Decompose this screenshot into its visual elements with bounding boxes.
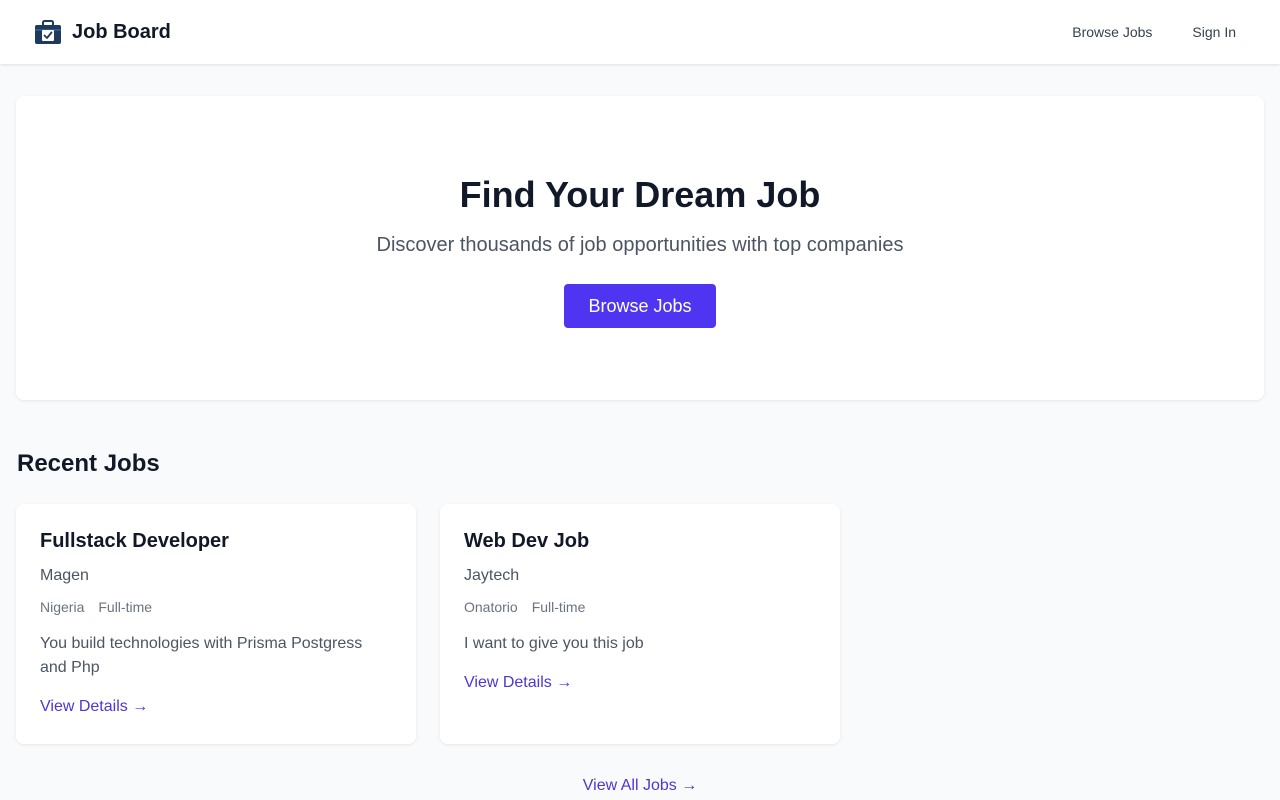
job-card: Web Dev Job Jaytech Onatorio Full-time I… bbox=[440, 504, 840, 744]
job-meta: Nigeria Full-time bbox=[40, 599, 152, 615]
view-details-link[interactable]: View Details → bbox=[40, 698, 148, 716]
nav-links: Browse Jobs Sign In bbox=[1072, 24, 1236, 40]
job-company: Magen bbox=[40, 567, 89, 584]
hero-title: Find Your Dream Job bbox=[459, 174, 821, 215]
job-location: Onatorio bbox=[464, 599, 518, 615]
navbar: Job Board Browse Jobs Sign In bbox=[0, 0, 1280, 64]
job-meta: Onatorio Full-time bbox=[464, 599, 585, 615]
job-type: Full-time bbox=[531, 599, 586, 615]
nav-sign-in-link[interactable]: Sign In bbox=[1192, 24, 1236, 40]
view-all-container: View All Jobs → bbox=[0, 777, 1280, 795]
job-type: Full-time bbox=[98, 599, 153, 615]
view-all-jobs-link[interactable]: View All Jobs → bbox=[583, 777, 697, 794]
hero-subtitle: Discover thousands of job opportunities … bbox=[376, 234, 904, 256]
job-location: Nigeria bbox=[40, 599, 85, 615]
brand[interactable]: Job Board bbox=[34, 18, 171, 46]
job-company: Jaytech bbox=[464, 567, 520, 584]
brand-name: Job Board bbox=[72, 20, 171, 43]
job-title: Fullstack Developer bbox=[40, 530, 229, 552]
briefcase-icon bbox=[35, 20, 61, 44]
job-description: You build technologies with Prisma Postg… bbox=[40, 635, 363, 676]
nav-browse-jobs-link[interactable]: Browse Jobs bbox=[1072, 24, 1152, 40]
job-description: I want to give you this job bbox=[464, 635, 644, 652]
job-title: Web Dev Job bbox=[464, 530, 590, 552]
browse-jobs-button[interactable]: Browse Jobs bbox=[564, 284, 716, 328]
job-card: Fullstack Developer Magen Nigeria Full-t… bbox=[16, 504, 416, 744]
view-details-link[interactable]: View Details → bbox=[464, 674, 572, 692]
recent-jobs-title: Recent Jobs bbox=[17, 450, 160, 477]
hero-section: Find Your Dream Job Discover thousands o… bbox=[16, 96, 1264, 400]
